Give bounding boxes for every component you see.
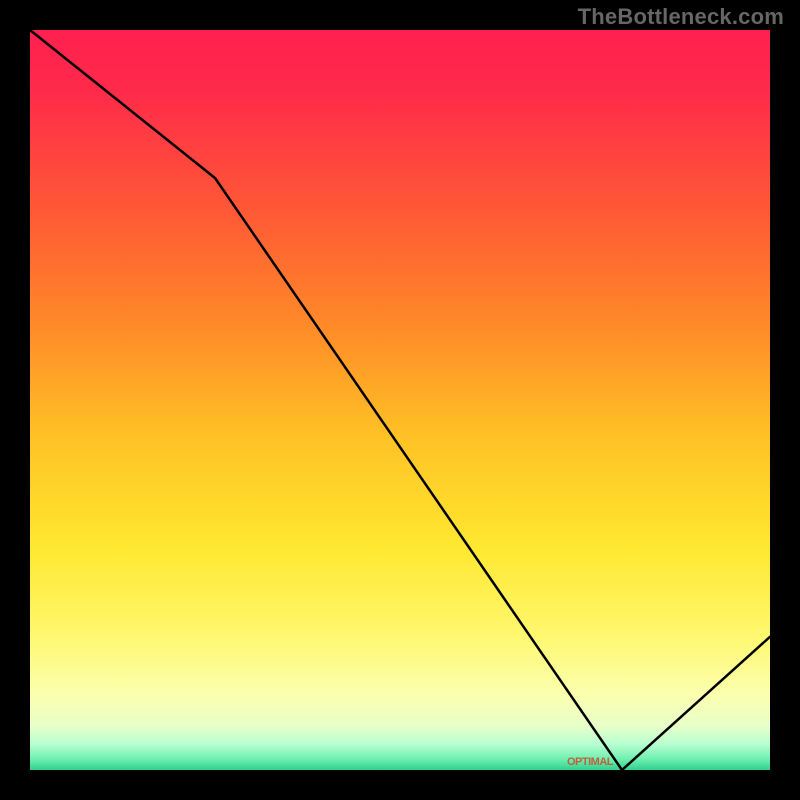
chart-plot-area: OPTIMAL xyxy=(30,30,770,770)
chart-curve xyxy=(30,30,770,770)
optimal-marker-label: OPTIMAL xyxy=(567,756,613,768)
bottleneck-curve-path xyxy=(30,30,770,770)
watermark-text: TheBottleneck.com xyxy=(578,4,784,30)
